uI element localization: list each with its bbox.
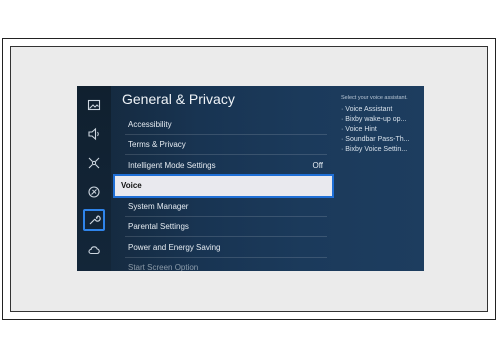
general-icon[interactable] [83,209,105,231]
menu-item-label: Parental Settings [128,222,189,231]
page-title: General & Privacy [122,91,235,107]
menu-item-label: Power and Energy Saving [128,243,221,252]
assistant-option: · Voice Assistant [341,106,393,113]
support-icon[interactable] [83,181,105,203]
tv-settings-screen: General & Privacy Accessibility Terms & … [77,86,424,271]
settings-sidebar [77,86,111,271]
picture-icon[interactable] [83,94,105,116]
assistant-option: · Voice Hint [341,126,377,133]
assistant-option: · Bixby Voice Settin... [341,146,408,153]
assistant-option: · Soundbar Pass-Th... [341,136,410,143]
menu-item-label: System Manager [128,202,189,211]
menu-item-value: Off [312,161,323,170]
assistant-panel-header: Select your voice assistant. [341,95,408,101]
menu-item-label: Terms & Privacy [128,140,186,149]
menu-item-voice[interactable]: Voice [113,174,334,198]
menu-item-power-energy[interactable]: Power and Energy Saving [125,238,327,258]
cloud-icon[interactable] [83,239,105,261]
menu-item-label: Accessibility [128,120,172,129]
menu-item-system-manager[interactable]: System Manager [125,197,327,217]
menu-item-accessibility[interactable]: Accessibility [125,115,327,135]
menu-item-parental-settings[interactable]: Parental Settings [125,217,327,237]
menu-item-label: Intelligent Mode Settings [128,161,216,170]
connection-icon[interactable] [83,152,105,174]
menu-item-label: Voice [121,181,142,190]
sound-icon[interactable] [83,123,105,145]
menu-item-terms-privacy[interactable]: Terms & Privacy [125,135,327,155]
menu-item-intelligent-mode[interactable]: Intelligent Mode Settings Off [125,156,327,176]
voice-assistant-panel: Select your voice assistant. · Voice Ass… [341,95,421,155]
assistant-option: · Bixby wake-up op... [341,116,407,123]
menu-item-start-screen[interactable]: Start Screen Option [125,258,327,271]
menu-item-label: Start Screen Option [128,263,199,271]
